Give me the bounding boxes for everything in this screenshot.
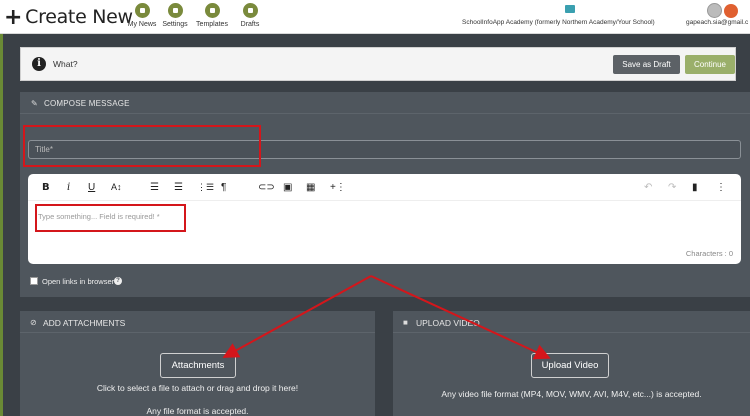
attachments-format-note: Any file format is accepted.	[146, 406, 249, 416]
gear-icon	[167, 3, 183, 18]
image-icon[interactable]: ▣	[283, 182, 292, 193]
video-panel: ■ UPLOAD VIDEO Upload Video Any video fi…	[393, 311, 750, 416]
link-icon[interactable]: ⊂⊃	[258, 182, 275, 193]
ordered-list-icon[interactable]: ⋮☰	[197, 182, 214, 193]
italic-button[interactable]: i	[67, 182, 70, 193]
paragraph-icon[interactable]: ¶	[221, 182, 226, 193]
attachments-panel: ⊘ ADD ATTACHMENTS Attachments Click to s…	[20, 311, 375, 416]
sidebar-strip	[0, 34, 3, 416]
attachments-header: ⊘ ADD ATTACHMENTS	[20, 311, 375, 333]
continue-button[interactable]: Continue	[685, 55, 735, 74]
user-email[interactable]: gapeach.sia@gmail.c	[686, 19, 748, 26]
school-name[interactable]: SchoolInfoApp Academy (formerly Northern…	[462, 19, 655, 26]
align-center-icon[interactable]: ☰	[174, 182, 183, 193]
video-format-note: Any video file format (MP4, MOV, WMV, AV…	[441, 389, 702, 399]
compose-panel: ✎ COMPOSE MESSAGE Title* B i U A↕ ☰ ☰ ⋮☰…	[20, 92, 750, 297]
annotation-box-editor	[35, 204, 186, 232]
video-header: ■ UPLOAD VIDEO	[393, 311, 750, 333]
editor-toolbar: B i U A↕ ☰ ☰ ⋮☰ ¶ ⊂⊃ ▣ ▦ +⋮ ↶ ↷ ▮ ⋮	[28, 174, 741, 200]
redo-icon[interactable]: ↷	[668, 182, 676, 193]
attachments-hint: Click to select a file to attach or drag…	[96, 383, 299, 393]
attachments-button[interactable]: Attachments	[160, 353, 236, 378]
open-links-checkbox[interactable]	[30, 277, 38, 285]
open-links-label: Open links in browser	[42, 277, 115, 286]
flag-icon[interactable]	[724, 4, 738, 18]
top-bar: + Create New My News Settings Templates D…	[0, 0, 750, 34]
annotation-box-title	[23, 125, 261, 167]
upload-video-button[interactable]: Upload Video	[531, 353, 609, 378]
insert-icon[interactable]: +⋮	[330, 182, 346, 193]
what-bar: i What? Save as Draft Continue	[20, 47, 736, 81]
underline-button[interactable]: U	[88, 182, 95, 193]
save-draft-button[interactable]: Save as Draft	[613, 55, 680, 74]
font-size-button[interactable]: A↕	[111, 182, 122, 192]
info-icon: i	[32, 57, 46, 71]
table-icon[interactable]: ▦	[306, 182, 315, 193]
toolbar-divider	[28, 200, 741, 201]
pencil-icon	[242, 3, 258, 18]
align-left-icon[interactable]: ☰	[150, 182, 159, 193]
plus-icon: +	[4, 5, 23, 30]
news-icon	[134, 3, 150, 18]
video-heading: UPLOAD VIDEO	[416, 318, 480, 328]
compose-heading: COMPOSE MESSAGE	[44, 99, 130, 108]
paperclip-icon: ⊘	[30, 318, 37, 327]
pencil-icon: ✎	[31, 99, 38, 108]
character-count: Characters : 0	[685, 249, 733, 258]
video-camera-icon: ■	[403, 318, 408, 327]
bold-button[interactable]: B	[42, 182, 50, 193]
more-icon[interactable]: ⋮	[716, 182, 726, 193]
avatar[interactable]	[707, 3, 722, 18]
what-label: What?	[53, 59, 78, 69]
help-icon[interactable]: ?	[114, 277, 122, 285]
page-title: + Create New	[4, 5, 133, 30]
attachments-heading: ADD ATTACHMENTS	[43, 318, 126, 328]
nav-drafts[interactable]: Drafts	[225, 3, 275, 28]
compose-header: ✎ COMPOSE MESSAGE	[20, 92, 750, 114]
templates-icon	[204, 3, 220, 18]
school-logo-icon[interactable]	[565, 5, 575, 13]
undo-icon[interactable]: ↶	[644, 182, 652, 193]
book-icon[interactable]: ▮	[692, 182, 698, 193]
